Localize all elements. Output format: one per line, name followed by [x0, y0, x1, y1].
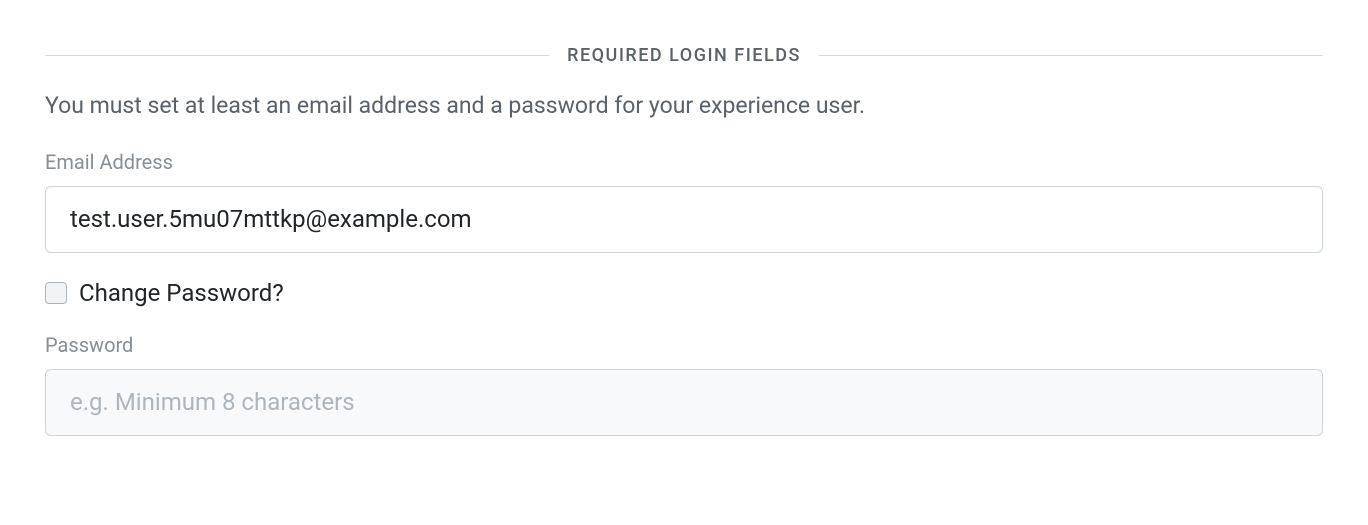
change-password-label[interactable]: Change Password? — [79, 279, 284, 307]
section-description: You must set at least an email address a… — [45, 90, 1323, 122]
email-input[interactable] — [45, 186, 1323, 253]
change-password-checkbox[interactable] — [45, 282, 67, 304]
email-field-group: Email Address — [45, 150, 1323, 253]
password-field-group: Password — [45, 333, 1323, 436]
section-header: REQUIRED LOGIN FIELDS — [45, 45, 1323, 66]
divider-left — [45, 55, 549, 56]
password-input[interactable] — [45, 369, 1323, 436]
section-title: REQUIRED LOGIN FIELDS — [549, 45, 819, 66]
divider-right — [819, 55, 1323, 56]
change-password-row: Change Password? — [45, 279, 1323, 307]
password-label: Password — [45, 333, 1323, 357]
email-label: Email Address — [45, 150, 1323, 174]
